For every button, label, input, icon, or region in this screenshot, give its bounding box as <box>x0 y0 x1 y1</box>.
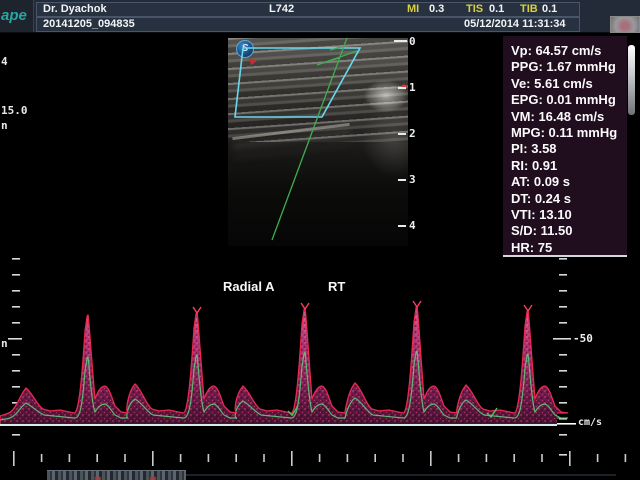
physician-name: Dr. Dyachok <box>43 3 107 16</box>
depth-num-3: 3 <box>409 174 416 185</box>
exam-datetime: 05/12/2014 11:31:34 <box>464 18 566 31</box>
header-bar: ape Dr. Dyachok L742 MI 0.3 TIS 0.1 TIB … <box>0 0 640 33</box>
meas-dt: DT: 0.24 s <box>511 191 627 207</box>
probe-name: L742 <box>269 3 294 16</box>
meas-ri: RI: 0.91 <box>511 158 627 174</box>
meas-sd: S/D: 11.50 <box>511 223 627 239</box>
depth-tick-3 <box>398 179 406 181</box>
meas-pi: PI: 3.58 <box>511 141 627 157</box>
depth-num-0: 0 <box>409 36 416 47</box>
header-row-1: Dr. Dyachok L742 MI 0.3 TIS 0.1 TIB 0.1 <box>36 2 580 17</box>
frequency-label: 4 <box>1 56 8 67</box>
mi-label: MI <box>407 3 419 16</box>
cine-loop-bar[interactable] <box>47 470 186 480</box>
vessel-annotation: Radial A <box>223 279 275 294</box>
depth-label: 15.0 <box>1 105 28 116</box>
tib-value: 0.1 <box>542 3 557 16</box>
velocity-unit-label: cm/s <box>578 417 602 428</box>
depth-num-1: 1 <box>409 82 416 93</box>
spectral-edge-label: n <box>1 338 8 349</box>
depth-tick-1 <box>398 87 406 89</box>
depth-tick-2 <box>398 133 406 135</box>
tis-value: 0.1 <box>489 3 504 16</box>
meas-at: AT: 0.09 s <box>511 174 627 190</box>
meas-hr: HR: 75 <box>511 240 627 256</box>
depth-num-2: 2 <box>409 128 416 139</box>
depth-num-4: 4 <box>409 220 416 231</box>
meas-mpg: MPG: 0.11 mmHg <box>511 125 627 141</box>
logo-zone: ape <box>0 0 34 32</box>
header-row-2: 20141205_094835 05/12/2014 11:31:34 <box>36 17 580 32</box>
side-annotation: RT <box>328 279 345 294</box>
tib-label: TIB <box>520 3 538 16</box>
exam-id: 20141205_094835 <box>43 18 135 31</box>
meas-vti: VTI: 13.10 <box>511 207 627 223</box>
depth-unit-label: n <box>1 120 8 131</box>
panel-scrollbar[interactable] <box>628 45 635 115</box>
measurement-results-panel[interactable]: Vp: 64.57 cm/s PPG: 1.67 mmHg Ve: 5.61 c… <box>503 36 627 257</box>
bmode-image[interactable] <box>228 38 408 246</box>
mi-value: 0.3 <box>429 3 444 16</box>
depth-tick-0 <box>394 40 407 42</box>
brand-logo: ape <box>1 7 27 24</box>
saved-image-thumbnail[interactable] <box>610 16 640 33</box>
cine-track-line <box>186 474 616 476</box>
tis-label: TIS <box>466 3 483 16</box>
orientation-badge-icon: S <box>236 40 254 58</box>
meas-vm: VM: 16.48 cm/s <box>511 109 627 125</box>
meas-vp: Vp: 64.57 cm/s <box>511 43 627 59</box>
ultrasound-screen: ape Dr. Dyachok L742 MI 0.3 TIS 0.1 TIB … <box>0 0 640 480</box>
depth-tick-4 <box>398 225 406 227</box>
meas-epg: EPG: 0.01 mmHg <box>511 92 627 108</box>
meas-ve: Ve: 5.61 cm/s <box>511 76 627 92</box>
velocity-scale-value: -50 <box>573 332 593 345</box>
meas-ppg: PPG: 1.67 mmHg <box>511 59 627 75</box>
